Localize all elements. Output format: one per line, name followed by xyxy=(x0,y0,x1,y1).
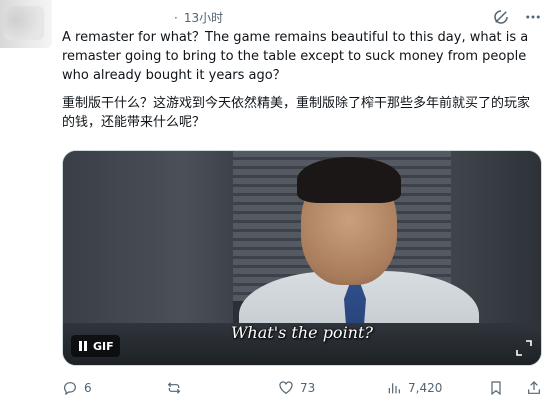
bookmark-icon xyxy=(488,380,504,396)
bookmark-button[interactable] xyxy=(488,380,504,396)
tweet-top-actions xyxy=(492,8,542,26)
gif-controls[interactable]: GIF xyxy=(71,335,120,357)
tweet-timestamp[interactable]: · 13小时 xyxy=(174,9,223,26)
tweet-action-bar: 6 73 7,420 xyxy=(56,378,542,398)
heart-icon xyxy=(278,380,294,396)
avatar[interactable] xyxy=(0,0,52,48)
retweet-icon xyxy=(166,380,182,396)
gif-badge: GIF xyxy=(93,339,114,353)
gif-caption: What's the point? xyxy=(230,323,373,342)
like-count: 73 xyxy=(300,381,316,395)
like-button[interactable]: 73 xyxy=(278,380,315,396)
tweet-text-english: A remaster for what？The game remains bea… xyxy=(62,30,529,83)
reply-icon xyxy=(62,380,78,396)
gif-media[interactable]: What's the point? GIF xyxy=(62,150,542,366)
person-hair xyxy=(297,157,401,203)
expand-icon[interactable] xyxy=(515,339,533,357)
analytics-icon xyxy=(386,380,402,396)
pause-icon[interactable] xyxy=(77,340,89,352)
share-icon xyxy=(526,380,542,396)
share-button[interactable] xyxy=(526,380,542,396)
reply-count: 6 xyxy=(84,381,92,395)
reply-button[interactable]: 6 xyxy=(62,380,92,396)
more-icon[interactable] xyxy=(524,8,542,26)
views-count: 7,420 xyxy=(408,381,443,395)
retweet-button[interactable] xyxy=(166,380,188,396)
separator-dot: · xyxy=(174,10,178,25)
grok-icon[interactable] xyxy=(492,8,510,26)
timestamp-text: 13小时 xyxy=(183,11,224,25)
views-button[interactable]: 7,420 xyxy=(386,380,442,396)
tweet-text-chinese: 重制版干什么？这游戏到今天依然精美，重制版除了榨干那些多年前就买了的玩家的钱，还… xyxy=(62,96,531,130)
